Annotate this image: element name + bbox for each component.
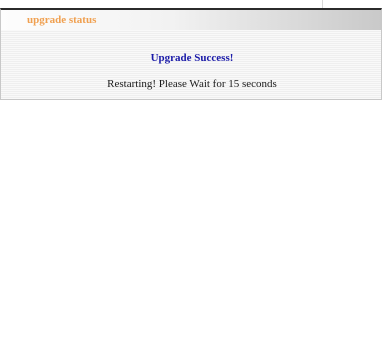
panel-header: upgrade status [1,10,381,30]
panel-title: upgrade status [27,14,97,26]
upgrade-success-message: Upgrade Success! [150,52,234,64]
restart-countdown-message: Restarting! Please Wait for 15 seconds [107,78,277,90]
top-divider [322,0,323,8]
top-strip [0,0,384,8]
